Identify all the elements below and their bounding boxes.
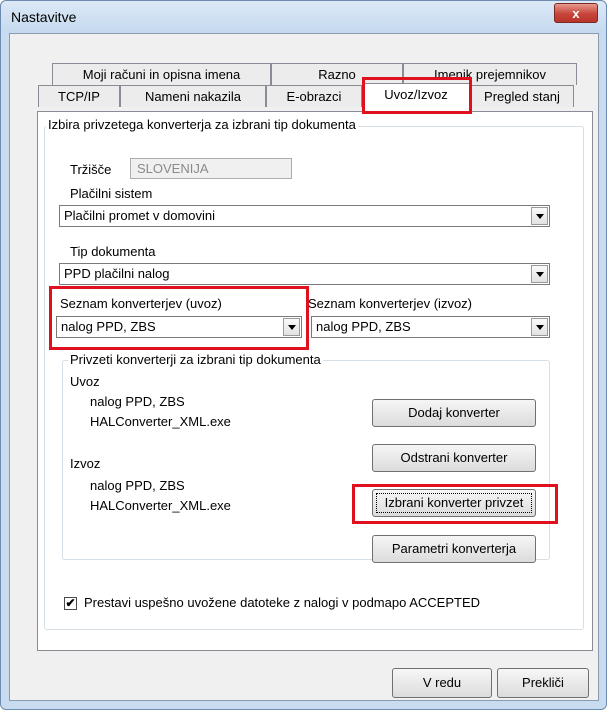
- chevron-down-icon[interactable]: [531, 207, 548, 225]
- tab-tcp-ip[interactable]: TCP/IP: [38, 85, 120, 107]
- payment-system-value: Plačilni promet v domovini: [64, 208, 216, 223]
- market-field: SLOVENIJA: [130, 158, 292, 179]
- import-list-label: Seznam konverterjev (uvoz): [60, 296, 222, 311]
- converter-parameters-button[interactable]: Parametri konverterja: [372, 535, 536, 563]
- tab-razno[interactable]: Razno: [271, 63, 403, 85]
- tab-e-obrazci[interactable]: E-obrazci: [266, 85, 362, 107]
- export-heading: Izvoz: [70, 456, 101, 471]
- close-button[interactable]: x: [554, 3, 598, 23]
- move-accepted-label[interactable]: Prestavi uspešno uvožene datoteke z nalo…: [84, 595, 480, 610]
- remove-converter-button[interactable]: Odstrani konverter: [372, 444, 536, 472]
- export-line-1: nalog PPD, ZBS: [90, 478, 185, 493]
- chevron-down-icon[interactable]: [283, 318, 300, 336]
- payment-system-select[interactable]: Plačilni promet v domovini: [59, 205, 550, 227]
- tab-uvoz-izvoz[interactable]: Uvoz/Izvoz: [362, 83, 470, 111]
- import-converter-select[interactable]: nalog PPD, ZBS: [56, 316, 302, 338]
- import-line-1: nalog PPD, ZBS: [90, 394, 185, 409]
- focus-rect: [376, 493, 532, 513]
- move-accepted-checkbox[interactable]: ✔: [64, 597, 77, 610]
- settings-dialog: Nastavitve x Moji računi in opisna imena…: [0, 0, 607, 710]
- chevron-down-icon[interactable]: [531, 265, 548, 283]
- default-converters-title: Privzeti konverterji za izbrani tip doku…: [68, 352, 323, 367]
- doc-type-select[interactable]: PPD plačilni nalog: [59, 263, 550, 285]
- export-line-2: HALConverter_XML.exe: [90, 498, 231, 513]
- window-title: Nastavitve: [11, 9, 77, 25]
- doc-type-value: PPD plačilni nalog: [64, 266, 170, 281]
- converter-group-title: Izbira privzetega konverterja za izbrani…: [46, 117, 358, 132]
- tab-moji-racuni[interactable]: Moji računi in opisna imena: [52, 63, 271, 85]
- tab-imenik-prejemnikov[interactable]: Imenik prejemnikov: [403, 63, 577, 85]
- set-default-converter-button[interactable]: Izbrani konverter privzet: [372, 489, 536, 517]
- tab-pregled-stanj[interactable]: Pregled stanj: [470, 85, 574, 107]
- import-converter-value: nalog PPD, ZBS: [61, 319, 156, 334]
- payment-system-label: Plačilni sistem: [70, 186, 153, 201]
- export-list-label: Seznam konverterjev (izvoz): [308, 296, 472, 311]
- chevron-down-icon[interactable]: [531, 318, 548, 336]
- doc-type-label: Tip dokumenta: [70, 244, 156, 259]
- add-converter-button[interactable]: Dodaj konverter: [372, 399, 536, 427]
- market-label: Tržišče: [70, 162, 112, 177]
- cancel-button[interactable]: Prekliči: [497, 668, 589, 698]
- import-line-2: HALConverter_XML.exe: [90, 414, 231, 429]
- import-heading: Uvoz: [70, 374, 100, 389]
- title-bar[interactable]: Nastavitve x: [1, 1, 606, 33]
- export-converter-value: nalog PPD, ZBS: [316, 319, 411, 334]
- tab-panel-uvoz-izvoz: Izbira privzetega konverterja za izbrani…: [37, 111, 593, 651]
- tab-nameni-nakazila[interactable]: Nameni nakazila: [120, 85, 266, 107]
- ok-button[interactable]: V redu: [392, 668, 492, 698]
- export-converter-select[interactable]: nalog PPD, ZBS: [311, 316, 550, 338]
